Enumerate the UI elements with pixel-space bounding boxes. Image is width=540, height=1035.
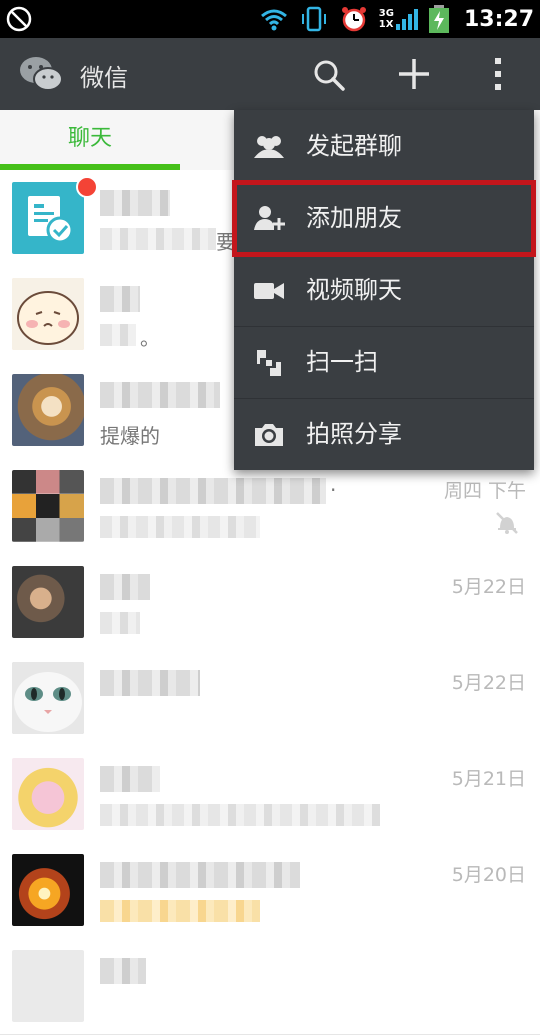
chat-row[interactable]: . 周四 下午 (0, 458, 540, 555)
chat-name (100, 958, 146, 984)
app-title: 微信 (80, 64, 128, 92)
chat-snippet (100, 228, 216, 250)
name-suffix: . (330, 472, 337, 496)
alarm-icon (341, 7, 366, 32)
chat-time: 5月22日 (451, 576, 526, 598)
menu-item-add-friend[interactable]: 添加朋友 (232, 180, 536, 257)
add-friend-icon (254, 206, 285, 230)
chat-name (100, 862, 300, 888)
chat-row[interactable]: 5月21日 (0, 746, 540, 843)
chat-snippet: 提爆的 (100, 424, 160, 448)
app-bar: 微信 (0, 38, 540, 110)
signal-bars-icon (395, 9, 418, 30)
clock: 13:27 (463, 6, 534, 32)
chat-name (100, 766, 160, 792)
menu-item-group-chat[interactable]: 发起群聊 (234, 110, 534, 183)
wechat-logo-icon (20, 57, 63, 91)
chat-snippet (100, 612, 140, 634)
menu-item-scan[interactable]: 扫一扫 (234, 326, 534, 399)
plus-icon[interactable] (396, 56, 432, 92)
status-bar: 3G 1X 13:27 (0, 0, 540, 38)
chat-time: 5月21日 (451, 768, 526, 790)
chat-snippet (100, 324, 136, 346)
chat-snippet (100, 900, 260, 922)
chat-row[interactable]: 5月22日 (0, 650, 540, 747)
signal-indicator: 3G 1X (379, 6, 418, 32)
avatar (12, 374, 84, 446)
mute-bell-icon (496, 512, 518, 534)
chat-snippet (100, 804, 380, 826)
avatar (12, 854, 84, 926)
battery-charging-icon (428, 5, 449, 33)
network-3g-label: 3G (378, 8, 394, 19)
vibrate-icon (301, 6, 326, 32)
video-icon (254, 283, 284, 299)
chat-snippet (100, 516, 260, 538)
search-icon[interactable] (312, 58, 346, 92)
avatar (12, 278, 84, 350)
scan-icon (257, 350, 281, 376)
chat-name (100, 286, 140, 312)
unread-dot (76, 176, 98, 198)
avatar (12, 470, 84, 542)
add-menu-popup: 发起群聊 添加朋友 视频聊天 扫一扫 拍照分享 (232, 110, 536, 470)
camera-icon (255, 424, 283, 446)
menu-item-label: 拍照分享 (306, 420, 402, 448)
menu-item-label: 发起群聊 (306, 132, 402, 160)
menu-item-label: 视频聊天 (306, 276, 402, 304)
menu-item-photo-share[interactable]: 拍照分享 (234, 398, 534, 470)
chat-time: 5月20日 (451, 864, 526, 886)
chat-name (100, 574, 150, 600)
wifi-icon (260, 9, 287, 31)
avatar (12, 662, 84, 734)
chat-row[interactable]: 5月22日 (0, 554, 540, 651)
chat-time: 周四 下午 (443, 480, 526, 502)
chat-name (100, 382, 220, 408)
more-icon[interactable] (488, 56, 508, 92)
chat-name (100, 670, 200, 696)
avatar (12, 758, 84, 830)
snippet-suffix: 要 (216, 230, 236, 254)
no-sim-icon (6, 6, 32, 32)
menu-item-label: 添加朋友 (306, 204, 402, 232)
document-check-icon (28, 196, 74, 244)
tab-chats[interactable]: 聊天 (0, 110, 180, 170)
chat-row[interactable]: 5月20日 (0, 842, 540, 939)
avatar (12, 950, 84, 1022)
menu-item-label: 扫一扫 (306, 348, 378, 376)
avatar (12, 566, 84, 638)
chat-time: 5月22日 (451, 672, 526, 694)
chat-name (100, 478, 326, 504)
snippet-suffix: 。 (140, 326, 160, 350)
white-cat-icon (12, 662, 84, 734)
avatar (12, 182, 84, 254)
network-1x-label: 1X (378, 19, 394, 30)
chat-name (100, 190, 170, 216)
cartoon-face-icon (12, 278, 84, 350)
group-icon (254, 136, 284, 158)
chat-row[interactable] (0, 938, 540, 1035)
menu-item-video-chat[interactable]: 视频聊天 (234, 254, 534, 327)
